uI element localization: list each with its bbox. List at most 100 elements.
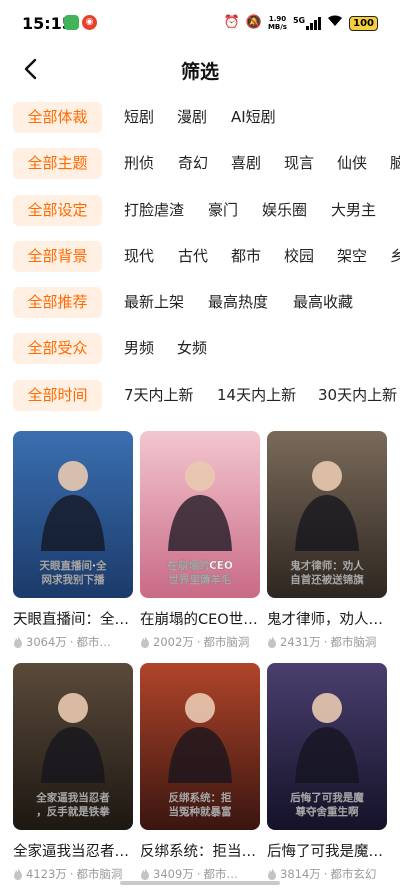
drama-poster[interactable]: 全家逼我当忍者，反手就是铁拳 [13,663,133,830]
filter-panel: 全部体裁 短剧 漫剧 AI短剧 全部主题 刑侦 奇幻 喜剧 现言 仙侠 脑 全部… [0,98,400,422]
fire-icon [141,636,149,648]
filter-option[interactable]: 脑 [390,148,400,179]
filter-row-background: 全部背景 现代 古代 都市 校园 架空 乡 [0,237,400,283]
drama-meta: 3814万 · 都市玄幻 [267,866,387,882]
filter-row-recommend: 全部推荐 最新上架 最高热度 最高收藏 [0,283,400,329]
drama-meta: 2431万 · 都市脑洞 [267,634,387,650]
meta-separator: · [323,635,328,649]
mute-icon: 🔕 [245,15,262,30]
drama-meta: 3409万 · 都市… [140,866,260,882]
filter-option[interactable]: 娱乐圈 [262,195,307,226]
drama-poster[interactable]: 反绑系统：拒当冤种就暴富 [140,663,260,830]
filter-row-setting: 全部设定 打脸虐渣 豪门 娱乐圈 大男主 [0,191,400,237]
drama-poster[interactable]: 鬼才律师：劝人自首还被送锦旗 [267,431,387,598]
filter-option[interactable]: 漫剧 [177,102,207,133]
page-header: 筛选 [0,46,400,92]
filter-option[interactable]: 14天内上新 [217,380,296,411]
filter-chip-all-genre[interactable]: 全部体裁 [13,102,102,133]
filter-chip-all-time[interactable]: 全部时间 [13,379,102,411]
filter-chip-all-setting[interactable]: 全部设定 [13,194,102,226]
drama-genre: 都市脑洞 [76,867,123,881]
filter-option[interactable]: 豪门 [208,195,238,226]
drama-title[interactable]: 鬼才律师，劝人自首还被送锦旗 [267,608,387,629]
wifi-icon [327,14,343,32]
filter-option[interactable]: 架空 [337,241,367,272]
drama-views: 2002万 [153,635,194,649]
drama-poster[interactable]: 后悔了可我是魔尊夺舍重生啊 [267,663,387,830]
poster-figure-head [58,693,88,723]
filter-option[interactable]: 乡 [390,241,400,272]
fire-icon [14,636,22,648]
drama-card[interactable]: 天眼直播间·全网求我别下播 天眼直播间：全网求我别下播 3064万·都市… [13,431,133,650]
drama-title[interactable]: 天眼直播间：全网求我别下播 [13,608,133,629]
filter-row-time: 全部时间 7天内上新 14天内上新 30天内上新 [0,376,400,422]
meta-separator: · [196,635,201,649]
drama-views: 4123万 [26,867,67,881]
filter-chip-all-recommend[interactable]: 全部推荐 [13,287,102,319]
fire-icon [268,636,276,648]
app-notification-icon [64,15,79,30]
battery-icon: 100 [349,15,378,31]
netease-music-icon: ◉ [82,15,97,30]
filter-option[interactable]: 校园 [284,241,314,272]
filter-chip-all-background[interactable]: 全部背景 [13,240,102,272]
filter-option[interactable]: 最新上架 [124,287,184,318]
filter-option[interactable]: 最高热度 [208,287,268,318]
filter-option[interactable]: 古代 [178,241,208,272]
drama-card[interactable]: 鬼才律师：劝人自首还被送锦旗 鬼才律师，劝人自首还被送锦旗 2431万·都市脑洞 [267,431,387,650]
drama-genre: 都市脑洞 [330,635,377,649]
poster-figure-head [58,461,88,491]
filter-option[interactable]: 现言 [284,148,314,179]
drama-title[interactable]: 反绑系统：拒当冤种就暴富 [140,840,260,861]
meta-separator: · [69,635,74,649]
filter-option[interactable]: 奇幻 [178,148,208,179]
network-speed: 1.90 MB/s [268,15,287,31]
drama-card[interactable]: 后悔了可我是魔尊夺舍重生啊 后悔了可我是魔尊夺舍重生啊 3814万·都市玄幻 [267,663,387,882]
drama-card[interactable]: 在崩塌的CEO世界里薅羊毛 在崩塌的CEO世界里薅羊毛 2002万·都市脑洞 [140,431,260,650]
drama-meta: 4123万 · 都市脑洞 [13,866,133,882]
filter-option[interactable]: 都市 [231,241,261,272]
filter-chip-all-audience[interactable]: 全部受众 [13,333,102,365]
status-bar: 15:15 ◉ ⏰ 🔕 1.90 MB/s 5G 100 [0,0,400,46]
filter-option[interactable]: 大男主 [331,195,376,226]
filter-option[interactable]: 打脸虐渣 [124,195,184,226]
filter-option[interactable]: 30天内上新 [318,380,397,411]
alarm-icon: ⏰ [223,15,240,30]
poster-figure-head [312,693,342,723]
filter-option[interactable]: 现代 [124,241,154,272]
fire-icon [141,868,149,880]
drama-poster[interactable]: 在崩塌的CEO 世界里薅羊毛 [140,431,260,598]
home-indicator[interactable] [120,881,280,885]
drama-meta: 2002万 · 都市脑洞 [140,634,260,650]
network-type: 5G [292,15,306,25]
drama-poster[interactable]: 天眼直播间·全网求我别下播 [13,431,133,598]
filter-row-theme: 全部主题 刑侦 奇幻 喜剧 现言 仙侠 脑 [0,144,400,190]
filter-option[interactable]: 男频 [124,333,154,364]
network-speed-unit: MB/s [267,23,287,31]
filter-option[interactable]: 7天内上新 [124,380,194,411]
drama-card[interactable]: 反绑系统：拒当冤种就暴富 反绑系统：拒当冤种就暴富 3409万·都市… [140,663,260,882]
drama-views: 3409万 [153,867,194,881]
drama-card[interactable]: 全家逼我当忍者，反手就是铁拳 全家逼我当忍者，反手就是铁拳 4123万·都市脑洞 [13,663,133,882]
drama-title[interactable]: 后悔了可我是魔尊夺舍重生啊 [267,840,387,861]
filter-option[interactable]: 最高收藏 [293,287,353,318]
filter-option[interactable]: 仙侠 [337,148,367,179]
filter-option[interactable]: 刑侦 [124,148,154,179]
filter-row-genre: 全部体裁 短剧 漫剧 AI短剧 [0,98,400,144]
poster-figure-head [312,461,342,491]
drama-genre: 都市… [203,867,238,881]
meta-separator: · [196,867,201,881]
meta-separator: · [323,867,328,881]
poster-figure-head [185,461,215,491]
filter-option[interactable]: 女频 [177,333,207,364]
drama-views: 3814万 [280,867,321,881]
filter-chip-all-theme[interactable]: 全部主题 [13,148,102,180]
signal-icon: 5G [292,15,322,30]
drama-title[interactable]: 全家逼我当忍者，反手就是铁拳 [13,840,133,861]
fire-icon [268,868,276,880]
filter-option[interactable]: 喜剧 [231,148,261,179]
drama-title[interactable]: 在崩塌的CEO世界里薅羊毛 [140,608,260,629]
filter-option[interactable]: 短剧 [124,102,154,133]
filter-row-audience: 全部受众 男频 女频 [0,329,400,375]
filter-option[interactable]: AI短剧 [231,102,276,133]
